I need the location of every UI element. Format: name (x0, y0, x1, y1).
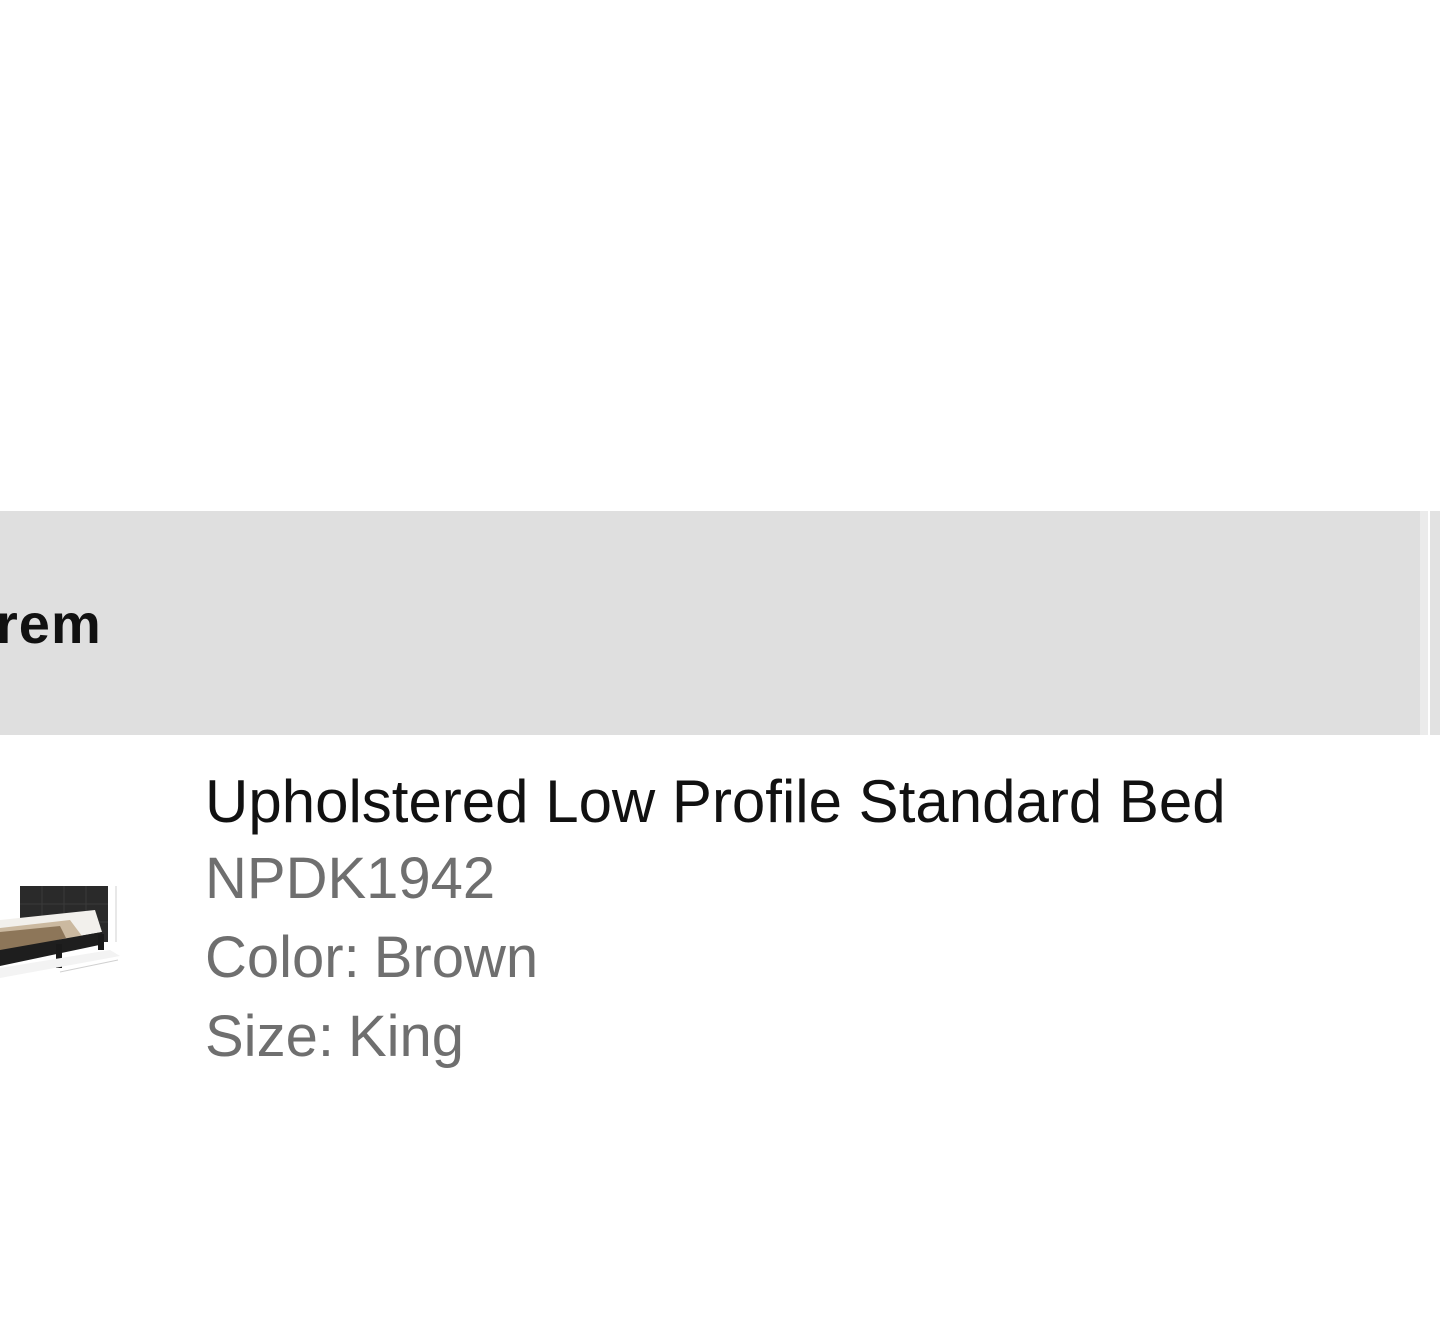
product-sku: NPDK1942 (205, 846, 496, 911)
section-header-title: rem (0, 592, 102, 655)
size-value: King (347, 1004, 465, 1069)
color-label: Color: (205, 925, 360, 990)
section-header-edge (1420, 511, 1428, 735)
color-value: Brown (373, 925, 539, 990)
product-thumbnail[interactable] (0, 872, 140, 982)
product-details: Upholstered Low Profile Standard Bed NPD… (205, 772, 1405, 1087)
product-name[interactable]: Upholstered Low Profile Standard Bed (205, 772, 1405, 832)
bed-image (0, 886, 120, 978)
order-item-page: rem Upholstered Low Profile Standard Bed… (0, 0, 1440, 1342)
size-label: Size: (205, 1004, 334, 1069)
section-header-edge-right (1430, 511, 1440, 735)
product-size: Size: King (205, 1008, 1405, 1066)
section-header (0, 511, 1420, 735)
product-color: Color: Brown (205, 929, 1405, 987)
